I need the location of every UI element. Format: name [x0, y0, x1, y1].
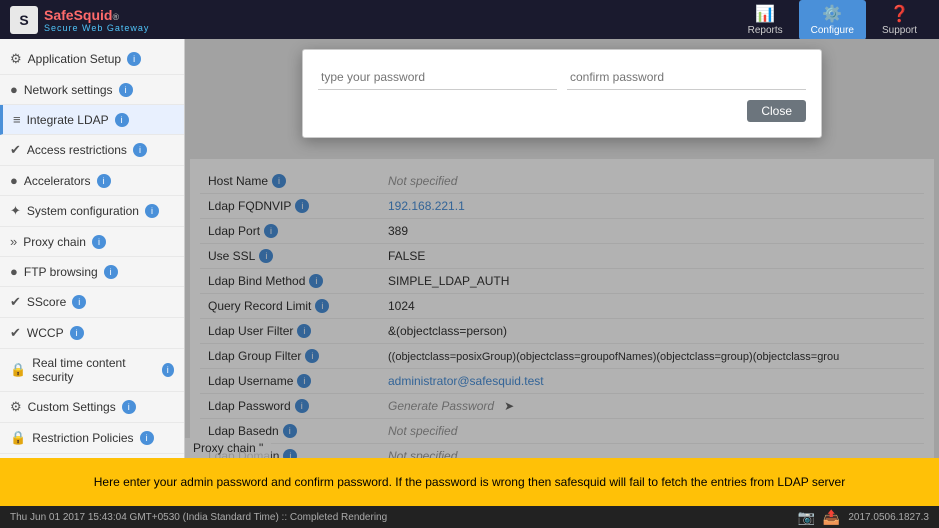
info-icon-9[interactable]: i [70, 326, 84, 340]
info-icon-5[interactable]: i [145, 204, 159, 218]
nav-support-label: Support [882, 25, 917, 36]
confirm-password-input[interactable] [567, 65, 806, 90]
ftp-browsing-icon: ● [10, 264, 18, 279]
proxy-chain-icon: » [10, 234, 17, 249]
bottom-bar: Here enter your admin password and confi… [0, 458, 939, 506]
system-config-icon: ✦ [10, 203, 21, 219]
sidebar-item-label: Restriction Policies [32, 431, 133, 445]
sidebar-item-network-settings[interactable]: ● Network settings i [0, 75, 184, 105]
sidebar-item-application-setup[interactable]: ⚙ Application Setup i [0, 44, 184, 75]
main-layout: ⚙ Application Setup i ● Network settings… [0, 39, 939, 458]
modal-box: Close [302, 49, 822, 138]
info-icon-8[interactable]: i [72, 295, 86, 309]
sidebar-item-label: Custom Settings [28, 400, 116, 414]
sidebar-item-ftp-browsing[interactable]: ● FTP browsing i [0, 257, 184, 287]
sidebar-item-label: Real time content security [32, 356, 155, 384]
sidebar-item-system-configuration[interactable]: ✦ System configuration i [0, 196, 184, 227]
sidebar: ⚙ Application Setup i ● Network settings… [0, 39, 185, 458]
sscore-icon: ✔ [10, 294, 21, 310]
header: S SafeSquid® Secure Web Gateway 📊 Report… [0, 0, 939, 39]
sidebar-item-custom-settings[interactable]: ⚙ Custom Settings i [0, 392, 184, 423]
sidebar-item-accelerators[interactable]: ● Accelerators i [0, 166, 184, 196]
custom-settings-icon: ⚙ [10, 399, 22, 415]
logo-sub: Secure Web Gateway [44, 23, 149, 33]
info-icon-11[interactable]: i [122, 400, 136, 414]
configure-icon: ⚙️ [822, 4, 842, 24]
info-icon-1[interactable]: i [119, 83, 133, 97]
nav-configure[interactable]: ⚙️ Configure [799, 0, 866, 40]
real-time-icon: 🔒 [10, 362, 26, 378]
screenshot-icon[interactable]: 📷 [797, 509, 814, 526]
status-bar-right: 2017.0506.1827.3 [848, 512, 929, 523]
modal-footer: Close [318, 100, 806, 122]
logo-icon: S [10, 6, 38, 34]
modal-overlay: Close [185, 39, 939, 458]
support-icon: ❓ [890, 4, 910, 24]
integrate-ldap-icon: ≡ [13, 112, 21, 127]
bottom-bar-message: Here enter your admin password and confi… [94, 475, 845, 489]
status-bar: Thu Jun 01 2017 15:43:04 GMT+0530 (India… [0, 506, 939, 528]
logo-area: S SafeSquid® Secure Web Gateway [10, 6, 736, 34]
password-input[interactable] [318, 65, 557, 90]
access-restrictions-icon: ✔ [10, 142, 21, 158]
sidebar-item-label: Application Setup [28, 52, 121, 66]
sidebar-item-restriction-policies[interactable]: 🔒 Restriction Policies i [0, 423, 184, 454]
info-icon-3[interactable]: i [133, 143, 147, 157]
info-icon-7[interactable]: i [104, 265, 118, 279]
sidebar-item-label: Access restrictions [27, 143, 127, 157]
wccp-icon: ✔ [10, 325, 21, 341]
sidebar-item-label: System configuration [27, 204, 139, 218]
nav-configure-label: Configure [811, 25, 854, 36]
info-icon-2[interactable]: i [115, 113, 129, 127]
share-icon[interactable]: 📤 [823, 509, 840, 526]
sidebar-item-label: Accelerators [24, 174, 91, 188]
info-icon-0[interactable]: i [127, 52, 141, 66]
application-setup-icon: ⚙ [10, 51, 22, 67]
accelerators-icon: ● [10, 173, 18, 188]
sidebar-item-label: SScore [27, 295, 66, 309]
nav-reports[interactable]: 📊 Reports [736, 0, 795, 40]
header-nav: 📊 Reports ⚙️ Configure ❓ Support [736, 0, 929, 40]
sidebar-item-label: Proxy chain [23, 235, 86, 249]
status-bar-left: Thu Jun 01 2017 15:43:04 GMT+0530 (India… [10, 512, 387, 523]
restriction-policies-icon: 🔒 [10, 430, 26, 446]
nav-reports-label: Reports [748, 25, 783, 36]
sidebar-item-label: WCCP [27, 326, 64, 340]
logo-text-area: SafeSquid® Secure Web Gateway [44, 7, 149, 33]
sidebar-item-wccp[interactable]: ✔ WCCP i [0, 318, 184, 349]
info-icon-6[interactable]: i [92, 235, 106, 249]
network-settings-icon: ● [10, 82, 18, 97]
sidebar-item-proxy-chain[interactable]: » Proxy chain i [0, 227, 184, 257]
sidebar-item-sscore[interactable]: ✔ SScore i [0, 287, 184, 318]
logo-safe: Safe [44, 7, 74, 23]
close-button[interactable]: Close [747, 100, 806, 122]
logo-squid: Squid [74, 7, 113, 23]
info-icon-10[interactable]: i [162, 363, 175, 377]
modal-inputs [318, 65, 806, 90]
info-icon-12[interactable]: i [140, 431, 154, 445]
sidebar-item-access-restrictions[interactable]: ✔ Access restrictions i [0, 135, 184, 166]
sidebar-item-integrate-ldap[interactable]: ≡ Integrate LDAP i [0, 105, 184, 135]
sidebar-item-real-time-content[interactable]: 🔒 Real time content security i [0, 349, 184, 392]
logo-registered: ® [112, 12, 119, 22]
content-area: Close Host Namei Not specified Ldap FQDN… [185, 39, 939, 458]
sidebar-item-label: Network settings [24, 83, 113, 97]
logo-main: SafeSquid® [44, 7, 149, 23]
reports-icon: 📊 [755, 4, 775, 24]
sidebar-item-label: FTP browsing [24, 265, 98, 279]
info-icon-4[interactable]: i [97, 174, 111, 188]
sidebar-item-label: Integrate LDAP [27, 113, 109, 127]
nav-support[interactable]: ❓ Support [870, 0, 929, 40]
